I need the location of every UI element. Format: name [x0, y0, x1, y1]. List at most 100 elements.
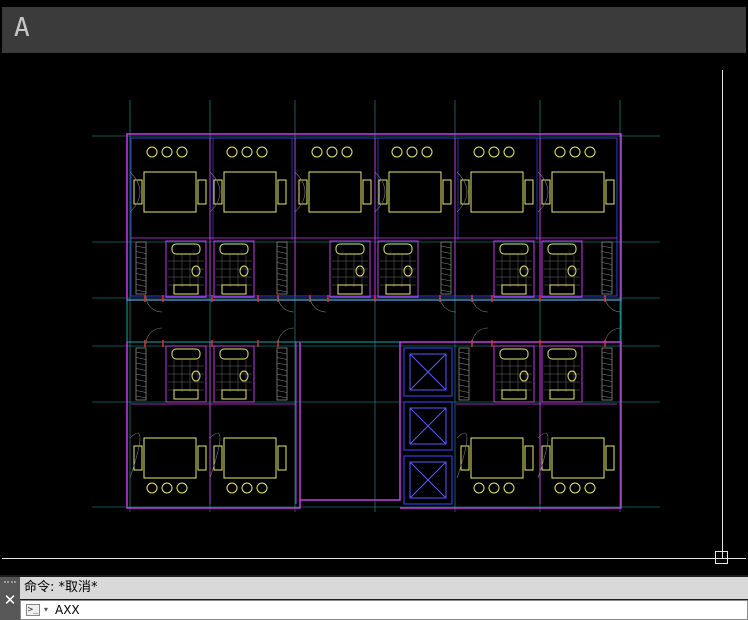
closet-hatch [601, 289, 613, 293]
closet-hatch [276, 284, 288, 287]
chair [524, 445, 534, 471]
seat [226, 146, 238, 158]
chair [277, 179, 287, 205]
closet-hatch [276, 267, 288, 271]
closet-hatch [276, 245, 288, 249]
closet-hatch [458, 351, 470, 355]
seat [176, 482, 188, 494]
closet-hatch [458, 357, 470, 360]
seat [146, 146, 158, 158]
closet-hatch [440, 262, 452, 265]
closet-hatch [601, 273, 613, 276]
door-swing [309, 295, 327, 313]
closet-hatch [601, 357, 613, 360]
closet-hatch [276, 373, 288, 377]
wall-outline [126, 133, 622, 301]
closet-hatch [601, 267, 613, 271]
chair [277, 445, 287, 471]
seat [473, 482, 485, 494]
closet-hatch [601, 251, 613, 254]
seat [256, 146, 268, 158]
desk [470, 437, 524, 479]
seat [473, 146, 485, 158]
closet-hatch [276, 251, 288, 254]
seat [241, 482, 253, 494]
toilet [519, 265, 529, 277]
closet-hatch [135, 267, 147, 271]
desk [223, 171, 277, 213]
toilet [403, 265, 413, 277]
seat [241, 146, 253, 158]
wall-outline [130, 137, 618, 297]
app-logo[interactable]: A [14, 13, 30, 43]
seat [554, 146, 566, 158]
command-prompt-icon[interactable]: >_ [26, 604, 40, 616]
sink [385, 284, 411, 295]
toilet [191, 370, 201, 382]
corridor-outline [126, 299, 622, 343]
closet-hatch [276, 368, 288, 371]
desk [388, 171, 442, 213]
desk [470, 171, 524, 213]
toilet [239, 265, 249, 277]
desk [551, 171, 605, 213]
seat [391, 146, 403, 158]
closet-hatch [276, 278, 288, 282]
closet-hatch [440, 284, 452, 287]
close-icon[interactable]: ✕ [2, 592, 18, 608]
closet-hatch [276, 289, 288, 293]
command-input[interactable] [55, 602, 735, 618]
chair [362, 179, 372, 205]
bathtub [171, 348, 201, 360]
closet-hatch [601, 390, 613, 393]
door-swing [209, 432, 221, 479]
seat [311, 146, 323, 158]
drawing-viewport[interactable] [0, 54, 748, 574]
chair [133, 445, 143, 471]
toilet [567, 370, 577, 382]
floor-plan-drawing[interactable] [0, 54, 748, 574]
seat [503, 482, 515, 494]
closet-hatch [276, 395, 288, 399]
command-input-row[interactable]: >_ ▾ [20, 600, 748, 620]
closet-hatch [601, 379, 613, 382]
chair [524, 179, 534, 205]
chair [442, 179, 452, 205]
seat [569, 482, 581, 494]
closet-hatch [440, 278, 452, 282]
bathtub [499, 243, 529, 255]
closet-hatch [135, 273, 147, 276]
seat [569, 146, 581, 158]
door-swing [129, 432, 141, 479]
closet-hatch [601, 245, 613, 249]
sink [501, 389, 527, 400]
closet-hatch [135, 357, 147, 360]
seat [503, 146, 515, 158]
drag-grip-icon[interactable] [4, 581, 16, 587]
sink [221, 284, 247, 295]
bathtub [499, 348, 529, 360]
closet-hatch [440, 251, 452, 254]
toilet [191, 265, 201, 277]
closet-hatch [276, 273, 288, 276]
seat [584, 146, 596, 158]
closet-hatch [135, 278, 147, 282]
crosshair-horizontal [2, 558, 746, 559]
door-swing [145, 295, 163, 313]
bathtub [219, 348, 249, 360]
bathtub [335, 243, 365, 255]
door-swing [209, 171, 221, 213]
door-swing [471, 295, 489, 313]
closet-hatch [601, 284, 613, 287]
closet-hatch [135, 251, 147, 254]
closet-hatch [458, 390, 470, 393]
crosshair-vertical [722, 70, 723, 558]
closet-hatch [135, 362, 147, 366]
bathtub [547, 243, 577, 255]
seat [256, 482, 268, 494]
sink [501, 284, 527, 295]
closet-hatch [135, 284, 147, 287]
pickbox-cursor [715, 551, 728, 564]
chevron-down-icon[interactable]: ▾ [44, 604, 48, 616]
closet-hatch [135, 373, 147, 377]
